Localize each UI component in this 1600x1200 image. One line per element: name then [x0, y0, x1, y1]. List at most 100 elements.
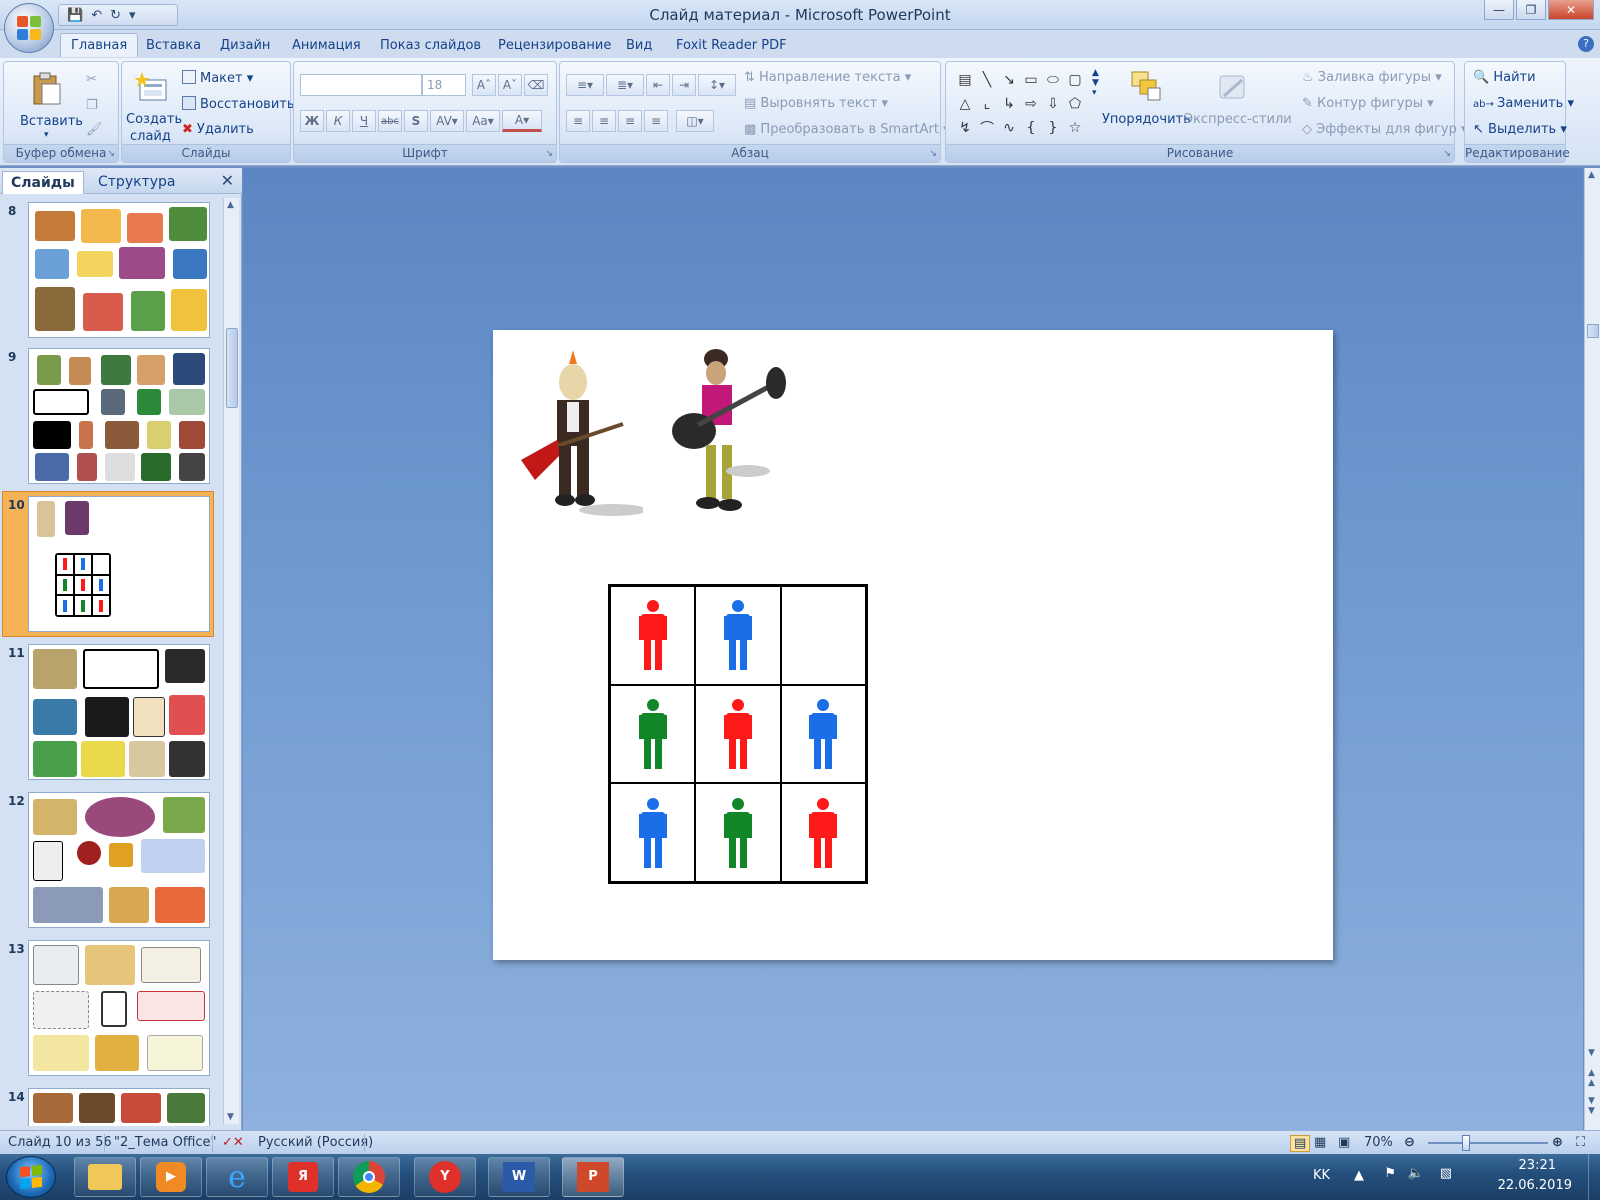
right-arrow-shape-icon[interactable]: ⇨ — [1020, 92, 1042, 116]
slide-thumbnail-11[interactable] — [28, 644, 210, 780]
justify-icon[interactable]: ≡ — [644, 110, 668, 132]
main-scroll-up-icon[interactable]: ▲ — [1588, 170, 1595, 180]
scroll-up-icon[interactable]: ▲ — [227, 200, 234, 210]
change-case-icon[interactable]: Aa▾ — [466, 110, 500, 132]
pane-scroll-thumb[interactable] — [226, 328, 238, 408]
pentagon-shape-icon[interactable]: ⬠ — [1064, 92, 1086, 116]
tab-foxit[interactable]: Foxit Reader PDF — [676, 38, 787, 53]
slide-canvas[interactable] — [493, 330, 1333, 960]
zoom-slider-knob[interactable] — [1462, 1135, 1470, 1151]
replace-button[interactable]: ab→ Заменить ▾ — [1473, 96, 1574, 111]
align-text-button[interactable]: ▤ Выровнять текст ▾ — [744, 96, 888, 111]
grid-cell[interactable] — [780, 783, 866, 882]
rounded-rect-shape-icon[interactable]: ▢ — [1064, 68, 1086, 92]
decrease-indent-icon[interactable]: ⇤ — [646, 74, 670, 96]
slideshow-view-icon[interactable]: ▣ — [1338, 1135, 1350, 1150]
pane-scrollbar[interactable]: ▲ ▼ — [223, 198, 239, 1124]
paste-icon[interactable] — [30, 72, 62, 105]
network-icon[interactable]: ▧ — [1440, 1166, 1452, 1181]
columns-icon[interactable]: ◫▾ — [676, 110, 714, 132]
star-shape-icon[interactable]: ☆ — [1064, 116, 1086, 140]
tab-insert[interactable]: Вставка — [146, 38, 201, 53]
taskbar-chrome[interactable] — [338, 1157, 400, 1197]
triangle-shape-icon[interactable]: △ — [954, 92, 976, 116]
paste-button[interactable]: Вставить — [20, 114, 83, 129]
underline-button[interactable]: Ч — [352, 110, 376, 132]
align-right-icon[interactable]: ≡ — [618, 110, 642, 132]
tab-home[interactable]: Главная — [60, 33, 139, 57]
paragraph-launcher-icon[interactable]: ↘ — [929, 149, 937, 159]
tray-expand-icon[interactable]: ▲ — [1354, 1168, 1364, 1183]
right-brace-icon[interactable]: } — [1042, 116, 1064, 140]
new-slide-button[interactable]: Создать — [126, 112, 182, 127]
taskbar-word[interactable]: W — [488, 1157, 550, 1197]
align-center-icon[interactable]: ≡ — [592, 110, 616, 132]
maximize-button[interactable]: ❐ — [1516, 0, 1546, 20]
layout-button[interactable]: Макет ▾ — [182, 70, 253, 86]
grid-cell[interactable] — [695, 783, 781, 882]
grid-cell[interactable] — [695, 684, 781, 784]
slide-thumbnail-10[interactable] — [28, 496, 210, 632]
taskbar-explorer[interactable] — [74, 1157, 136, 1197]
zoom-level[interactable]: 70% — [1364, 1135, 1393, 1150]
line-spacing-icon[interactable]: ↕▾ — [698, 74, 736, 96]
bold-button[interactable]: Ж — [300, 110, 324, 132]
next-slide-icon[interactable]: ▼ ▼ — [1588, 1096, 1595, 1116]
main-scrollbar[interactable]: ▲ ▼ ▲ ▲ ▼ ▼ — [1584, 168, 1600, 1130]
grid-cell[interactable] — [610, 684, 696, 784]
language-indicator[interactable]: Русский (Россия) — [258, 1135, 373, 1150]
taskbar-yandex-browser[interactable]: Y — [414, 1157, 476, 1197]
tab-design[interactable]: Дизайн — [220, 38, 270, 53]
shape-effects-button[interactable]: ◇ Эффекты для фигур ▾ — [1302, 122, 1468, 137]
taskbar-yandex[interactable]: Я — [272, 1157, 334, 1197]
quick-styles-button[interactable]: Экспресс-стили — [1184, 112, 1292, 127]
clipboard-launcher-icon[interactable]: ↘ — [107, 149, 115, 159]
grid-cell[interactable] — [780, 684, 866, 784]
main-scroll-down-icon[interactable]: ▼ — [1588, 1048, 1595, 1058]
tab-animation[interactable]: Анимация — [292, 38, 361, 53]
paste-dropdown-icon[interactable]: ▾ — [44, 130, 49, 140]
font-launcher-icon[interactable]: ↘ — [545, 149, 553, 159]
arc-shape-icon[interactable]: ⌒ — [976, 116, 998, 140]
gallery-scroll-icon[interactable]: ▲ ▼ ▾ — [1092, 68, 1099, 98]
punk-guitarist-clipart[interactable] — [513, 350, 643, 530]
grow-font-icon[interactable]: Aˆ — [472, 74, 496, 96]
font-size-combo[interactable]: 18 — [422, 74, 466, 96]
cut-icon[interactable]: ✂ — [86, 72, 97, 87]
grid-cell-empty[interactable] — [780, 586, 866, 685]
normal-view-icon[interactable]: ▤ — [1290, 1135, 1311, 1152]
arrange-button[interactable]: Упорядочить — [1102, 112, 1191, 127]
pane-tab-outline[interactable]: Структура — [90, 171, 183, 194]
action-center-icon[interactable]: ⚑ — [1384, 1166, 1396, 1181]
shrink-font-icon[interactable]: Aˇ — [498, 74, 522, 96]
tab-view[interactable]: Вид — [626, 38, 652, 53]
smartart-button[interactable]: ▩ Преобразовать в SmartArt ▾ — [744, 122, 950, 137]
slide-thumbnail-9[interactable] — [28, 348, 210, 484]
new-slide-button-line2[interactable]: слайд — [130, 129, 171, 144]
zoom-slider[interactable] — [1428, 1142, 1548, 1144]
rectangle-shape-icon[interactable]: ▭ — [1020, 68, 1042, 92]
grid-cell[interactable] — [695, 586, 781, 685]
slide-thumbnail-14[interactable] — [28, 1088, 210, 1126]
text-shadow-button[interactable]: S — [404, 110, 428, 132]
curved-connector-icon[interactable]: ↯ — [954, 116, 976, 140]
slide-thumbnail-12[interactable] — [28, 792, 210, 928]
find-button[interactable]: 🔍 Найти — [1473, 70, 1536, 85]
rock-guitarist-clipart[interactable] — [668, 345, 798, 525]
main-scroll-thumb[interactable] — [1587, 324, 1599, 338]
clear-format-icon[interactable]: ⌫ — [524, 74, 548, 96]
help-icon[interactable]: ? — [1578, 36, 1594, 52]
elbow-arrow-icon[interactable]: ↳ — [998, 92, 1020, 116]
close-button[interactable]: ✕ — [1548, 0, 1594, 20]
scroll-down-icon[interactable]: ▼ — [227, 1112, 234, 1122]
tab-slideshow[interactable]: Показ слайдов — [380, 38, 481, 53]
slide-thumbnail-13[interactable] — [28, 940, 210, 1076]
numbering-icon[interactable]: ≣▾ — [606, 74, 644, 96]
people-grid-table[interactable] — [608, 584, 868, 884]
increase-indent-icon[interactable]: ⇥ — [672, 74, 696, 96]
office-button[interactable] — [4, 3, 54, 53]
slide-sorter-view-icon[interactable]: ▦ — [1314, 1135, 1326, 1150]
shapes-gallery[interactable]: ▤ ╲ ↘ ▭ ⬭ ▢ △ ⌞ ↳ ⇨ ⇩ ⬠ ↯ ⌒ ∿{} ☆ — [954, 68, 1086, 140]
shape-fill-button[interactable]: ♨ Заливка фигуры ▾ — [1302, 70, 1442, 85]
spellcheck-icon[interactable]: ✓✕ — [222, 1135, 244, 1150]
